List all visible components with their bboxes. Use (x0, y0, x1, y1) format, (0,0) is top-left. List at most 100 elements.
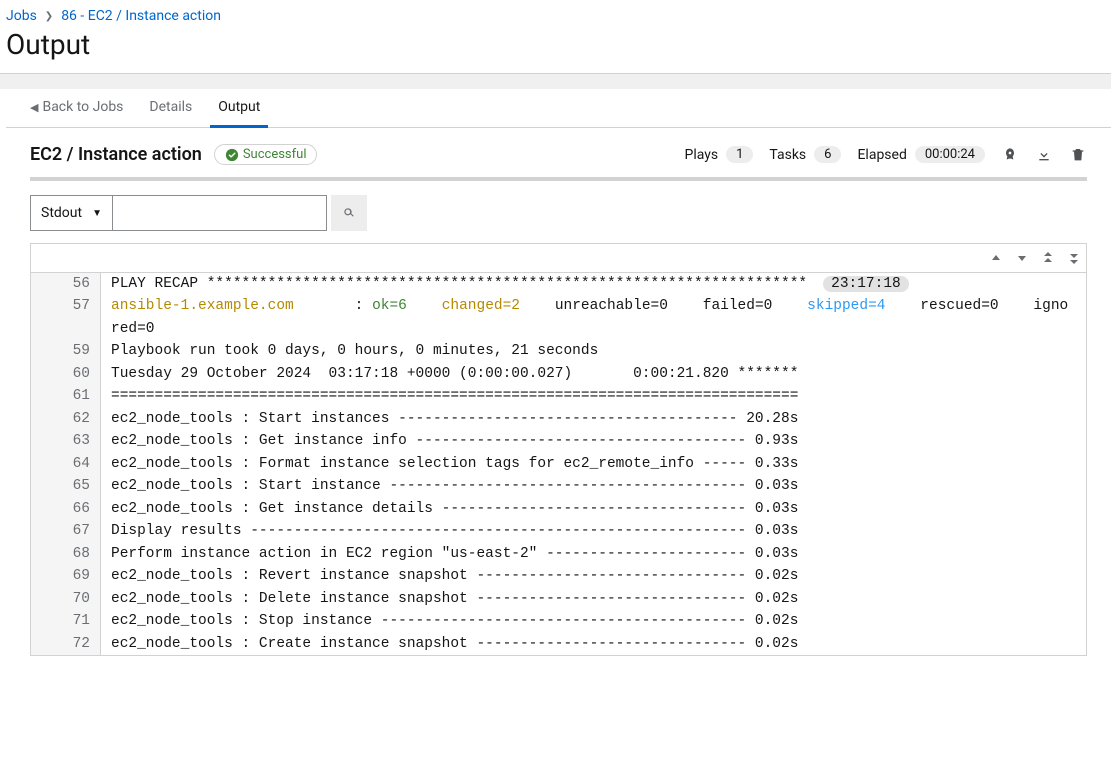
line-content: Playbook run took 0 days, 0 hours, 0 min… (101, 340, 598, 362)
line-content: ec2_node_tools : Get instance info -----… (101, 430, 798, 452)
line-content: ec2_node_tools : Stop instance ---------… (101, 610, 798, 632)
summary-bar: EC2 / Instance action Successful Plays 1… (6, 128, 1111, 177)
line-number: 67 (31, 520, 101, 542)
output-row: 59Playbook run took 0 days, 0 hours, 0 m… (31, 340, 1086, 362)
summary-left: EC2 / Instance action Successful (30, 144, 317, 165)
line-content: red=0 (101, 318, 155, 340)
back-label: Back to Jobs (42, 99, 123, 115)
output-row: 72ec2_node_tools : Create instance snaps… (31, 633, 1086, 655)
output-row: 56PLAY RECAP ***************************… (31, 273, 1086, 295)
output-row: 61======================================… (31, 385, 1086, 407)
page-up-button[interactable] (990, 252, 1002, 264)
line-number: 63 (31, 430, 101, 452)
toolbar-row: Stdout ▼ (6, 177, 1111, 243)
search-input[interactable] (112, 195, 327, 231)
plays-count: 1 (726, 146, 753, 163)
output-nav-bar (30, 243, 1087, 273)
page-header: Jobs ❯ 86 - EC2 / Instance action Output (0, 0, 1111, 73)
breadcrumb-current[interactable]: 86 - EC2 / Instance action (61, 8, 221, 24)
line-number: 71 (31, 610, 101, 632)
plays-label: Plays (684, 147, 718, 163)
line-number: 66 (31, 498, 101, 520)
line-number: 61 (31, 385, 101, 407)
content-gap (0, 73, 1111, 89)
status-label: Successful (243, 147, 307, 162)
tasks-count: 6 (814, 146, 841, 163)
back-to-jobs-link[interactable]: ◀ Back to Jobs (30, 99, 123, 127)
line-content: Tuesday 29 October 2024 03:17:18 +0000 (… (101, 363, 798, 385)
tasks-stat: Tasks 6 (769, 146, 841, 163)
caret-left-icon: ◀ (30, 101, 38, 114)
output-row: red=0 (31, 318, 1086, 340)
output-row: 68Perform instance action in EC2 region … (31, 543, 1086, 565)
summary-right: Plays 1 Tasks 6 Elapsed 00:00:24 (684, 146, 1087, 164)
line-content: ansible-1.example.com : ok=6 changed=2 u… (101, 295, 1068, 317)
check-circle-icon (225, 148, 239, 162)
output-row: 60Tuesday 29 October 2024 03:17:18 +0000… (31, 363, 1086, 385)
line-number: 69 (31, 565, 101, 587)
download-button[interactable] (1035, 146, 1053, 164)
line-content: ec2_node_tools : Start instance --------… (101, 475, 798, 497)
output-row: 63ec2_node_tools : Get instance info ---… (31, 430, 1086, 452)
line-content: Display results ------------------------… (101, 520, 798, 542)
line-content: ec2_node_tools : Create instance snapsho… (101, 633, 798, 655)
line-content: PLAY RECAP *****************************… (101, 273, 909, 295)
page-down-button[interactable] (1016, 252, 1028, 264)
line-content: ec2_node_tools : Format instance selecti… (101, 453, 798, 475)
caret-down-icon: ▼ (92, 208, 102, 219)
line-number (31, 318, 101, 340)
stream-select[interactable]: Stdout ▼ (30, 195, 112, 231)
tabs-bar: ◀ Back to Jobs Details Output (6, 89, 1111, 128)
stream-select-label: Stdout (41, 205, 82, 221)
output-row: 70ec2_node_tools : Delete instance snaps… (31, 588, 1086, 610)
status-badge: Successful (214, 144, 318, 165)
line-content: ========================================… (101, 385, 798, 407)
tab-details[interactable]: Details (149, 99, 192, 127)
job-name: EC2 / Instance action (30, 144, 202, 165)
line-number: 72 (31, 633, 101, 655)
output-row: 69ec2_node_tools : Revert instance snaps… (31, 565, 1086, 587)
output-row: 64ec2_node_tools : Format instance selec… (31, 453, 1086, 475)
plays-stat: Plays 1 (684, 146, 753, 163)
page-title: Output (6, 28, 1099, 61)
output-row: 66ec2_node_tools : Get instance details … (31, 498, 1086, 520)
tasks-label: Tasks (769, 147, 806, 163)
line-number: 70 (31, 588, 101, 610)
content-card: ◀ Back to Jobs Details Output EC2 / Inst… (6, 89, 1111, 680)
progress-line (30, 177, 1087, 181)
breadcrumb-root[interactable]: Jobs (6, 8, 37, 24)
scroll-top-button[interactable] (1042, 251, 1054, 265)
delete-button[interactable] (1069, 146, 1087, 164)
elapsed-value: 00:00:24 (915, 146, 985, 163)
output-row: 65ec2_node_tools : Start instance ------… (31, 475, 1086, 497)
scroll-bottom-button[interactable] (1068, 251, 1080, 265)
output-body[interactable]: 56PLAY RECAP ***************************… (30, 273, 1087, 656)
line-number: 60 (31, 363, 101, 385)
search-button[interactable] (331, 195, 367, 231)
line-number: 62 (31, 408, 101, 430)
line-number: 59 (31, 340, 101, 362)
trash-icon (1070, 147, 1086, 163)
breadcrumb: Jobs ❯ 86 - EC2 / Instance action (6, 8, 1099, 24)
relaunch-button[interactable] (1001, 146, 1019, 164)
line-content: ec2_node_tools : Revert instance snapsho… (101, 565, 798, 587)
output-row: 71ec2_node_tools : Stop instance -------… (31, 610, 1086, 632)
chevron-right-icon: ❯ (45, 11, 53, 22)
line-content: ec2_node_tools : Start instances -------… (101, 408, 798, 430)
line-content: ec2_node_tools : Delete instance snapsho… (101, 588, 798, 610)
line-content: Perform instance action in EC2 region "u… (101, 543, 798, 565)
line-number: 57 (31, 295, 101, 317)
output-row: 67Display results ----------------------… (31, 520, 1086, 542)
search-icon (342, 206, 356, 220)
tab-output[interactable]: Output (218, 99, 260, 127)
line-number: 56 (31, 273, 101, 295)
elapsed-label: Elapsed (857, 147, 906, 163)
line-content: ec2_node_tools : Get instance details --… (101, 498, 798, 520)
controls-row: Stdout ▼ (30, 195, 1087, 231)
rocket-icon (1002, 147, 1018, 163)
line-number: 65 (31, 475, 101, 497)
line-number: 68 (31, 543, 101, 565)
output-section: 56PLAY RECAP ***************************… (6, 243, 1111, 680)
output-row: 57ansible-1.example.com : ok=6 changed=2… (31, 295, 1086, 317)
output-row: 62ec2_node_tools : Start instances -----… (31, 408, 1086, 430)
